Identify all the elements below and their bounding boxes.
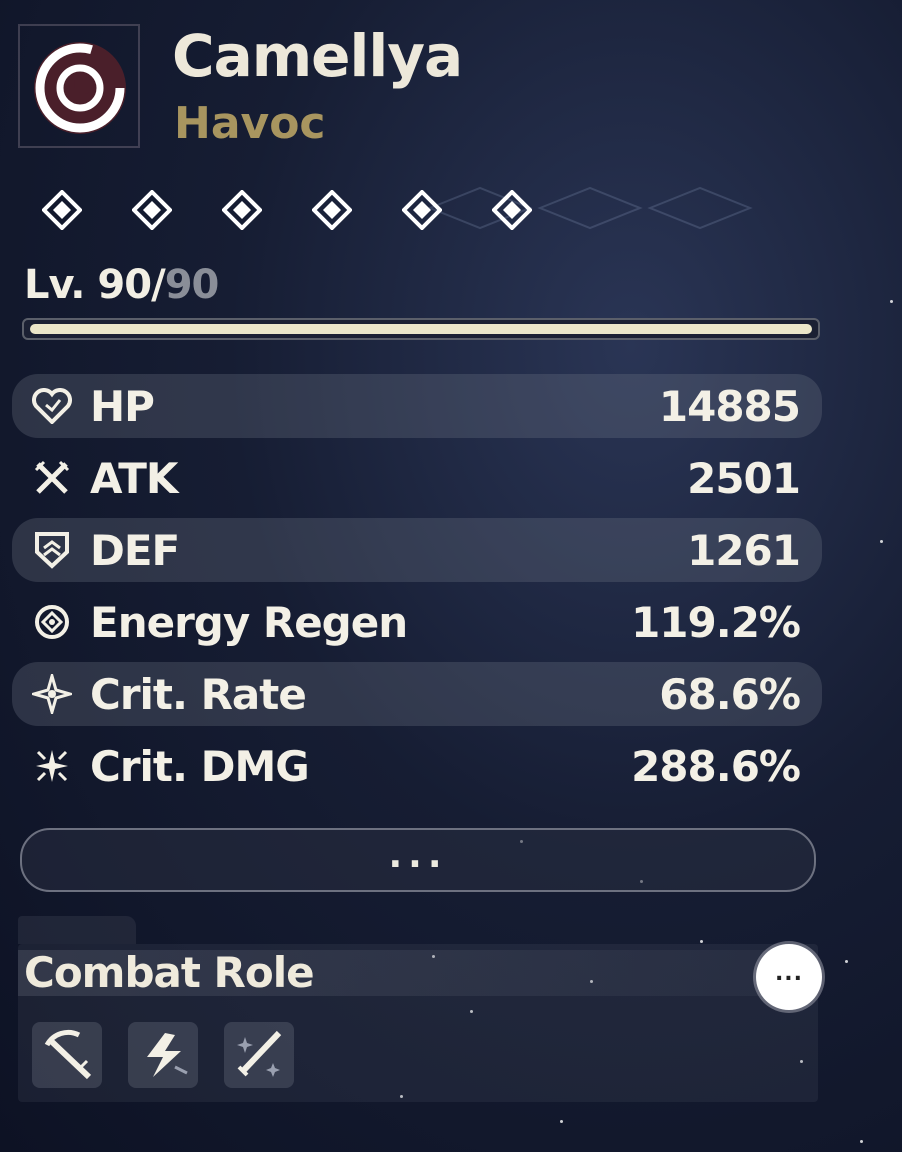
stat-row-crit-dmg: Crit. DMG 288.6% xyxy=(12,730,822,802)
energy-icon xyxy=(30,600,74,644)
havoc-element-icon xyxy=(34,42,126,134)
lightning-burst-icon[interactable] xyxy=(128,1022,198,1088)
combat-role-tab xyxy=(18,916,136,944)
heart-icon xyxy=(30,384,74,428)
level-current: Lv. 90/ xyxy=(24,262,166,308)
stat-label: DEF xyxy=(90,525,180,575)
stat-label: Crit. DMG xyxy=(90,741,310,791)
more-stats-label: ... xyxy=(388,834,448,876)
shield-icon xyxy=(30,528,74,572)
level-progress-fill xyxy=(30,324,812,334)
combat-role-icons xyxy=(32,1022,294,1088)
stat-label: HP xyxy=(90,381,155,431)
sequence-node-icon[interactable] xyxy=(222,190,262,230)
more-stats-button[interactable]: ... xyxy=(20,828,816,892)
stat-label: ATK xyxy=(90,453,178,503)
combat-role-info-label: ... xyxy=(774,960,804,986)
stat-row-atk: ATK 2501 xyxy=(12,442,822,514)
sequence-node-icon[interactable] xyxy=(42,190,82,230)
character-level: Lv. 90/90 xyxy=(24,262,220,308)
burst-star-icon xyxy=(30,744,74,788)
stat-value: 2501 xyxy=(687,453,801,503)
sequence-node-icon[interactable] xyxy=(402,190,442,230)
combat-role-info-button[interactable]: ... xyxy=(756,944,822,1010)
combat-role-title: Combat Role xyxy=(24,948,315,997)
crossed-swords-icon xyxy=(30,456,74,500)
character-element: Havoc xyxy=(174,98,326,149)
stat-label: Energy Regen xyxy=(90,597,408,647)
stat-row-energy-regen: Energy Regen 119.2% xyxy=(12,586,822,658)
stat-row-hp: HP 14885 xyxy=(12,374,822,438)
stat-row-def: DEF 1261 xyxy=(12,518,822,582)
sword-sparkle-icon[interactable] xyxy=(224,1022,294,1088)
stats-panel: HP 14885 ATK 2501 DEF 1261 Energy Regen … xyxy=(12,370,822,802)
stat-value: 288.6% xyxy=(631,741,801,791)
stat-value: 119.2% xyxy=(631,597,801,647)
star-icon xyxy=(30,672,74,716)
stat-value: 68.6% xyxy=(659,669,801,719)
character-name: Camellya xyxy=(172,22,463,90)
sequence-node-icon[interactable] xyxy=(312,190,352,230)
scythe-blade-icon[interactable] xyxy=(32,1022,102,1088)
sequence-node-icon[interactable] xyxy=(492,190,532,230)
sequence-node-icon[interactable] xyxy=(132,190,172,230)
level-max: 90 xyxy=(164,262,220,308)
level-progress-bar xyxy=(22,318,820,340)
stat-value: 14885 xyxy=(658,381,801,431)
stat-label: Crit. Rate xyxy=(90,669,307,719)
stat-value: 1261 xyxy=(687,525,801,575)
stat-row-crit-rate: Crit. Rate 68.6% xyxy=(12,662,822,726)
sequence-nodes xyxy=(42,190,532,230)
